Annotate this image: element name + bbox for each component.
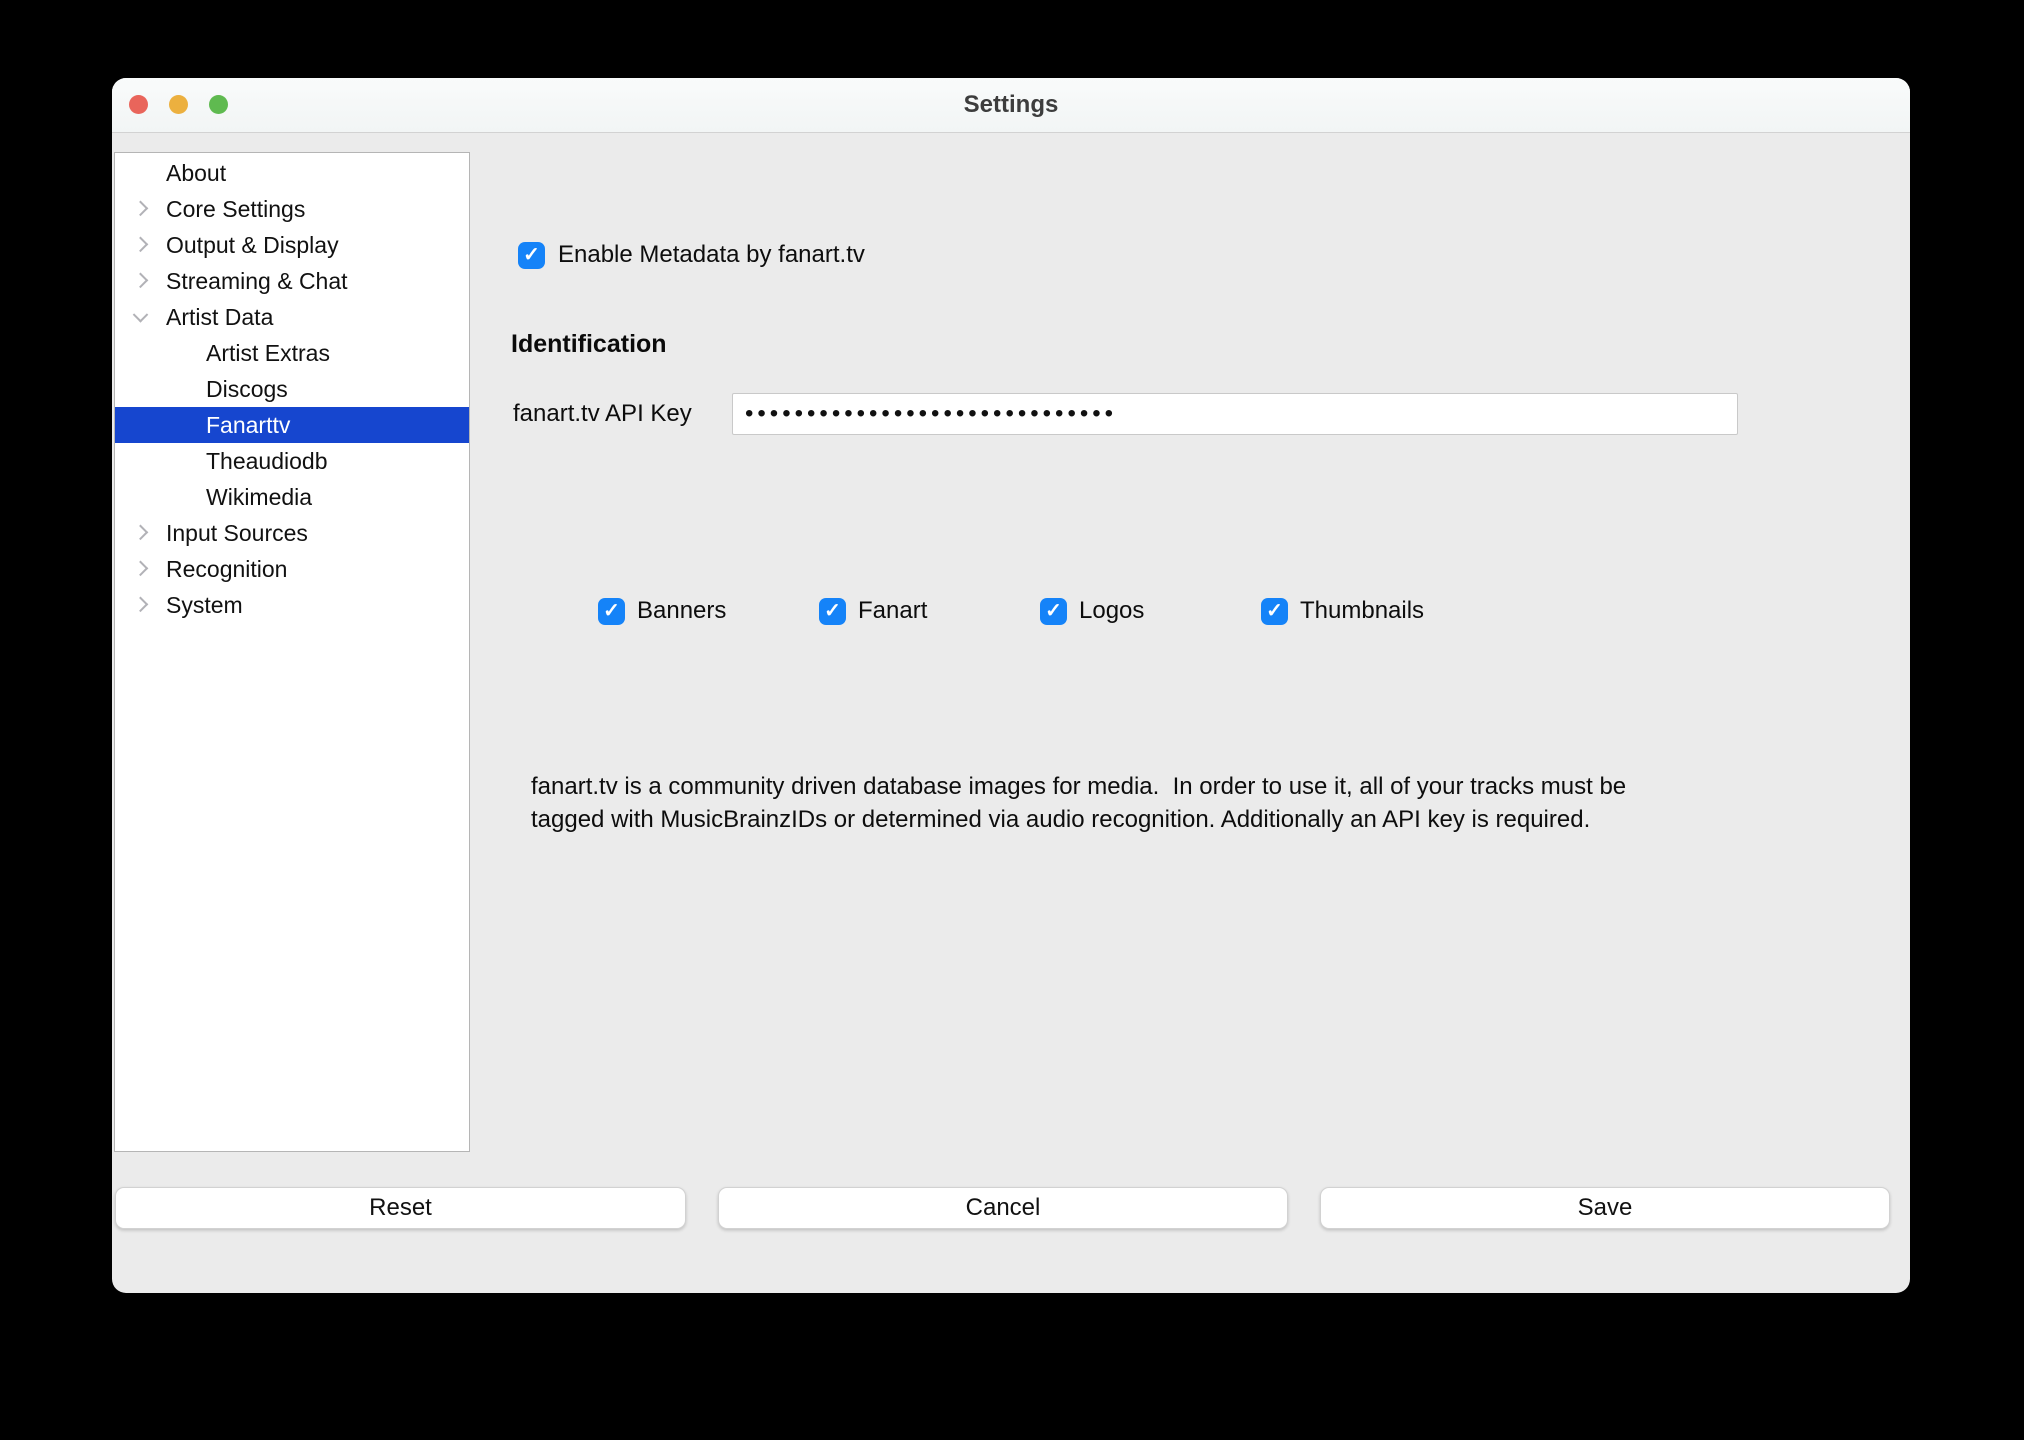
image-types-row: Banners Fanart Logos Thumbnails [598, 597, 1482, 625]
sidebar-item-label: Wikimedia [206, 484, 312, 511]
sidebar-item-about[interactable]: About [115, 155, 469, 191]
sidebar-item-label: Streaming & Chat [166, 268, 348, 295]
logos-label: Logos [1079, 597, 1144, 625]
sidebar-item-label: Recognition [166, 556, 287, 583]
thumbnails-label: Thumbnails [1300, 597, 1424, 625]
chevron-right-icon[interactable] [133, 237, 149, 253]
sidebar-item-label: Artist Data [166, 304, 273, 331]
banners-option: Banners [598, 597, 819, 625]
sidebar-item-input-sources[interactable]: Input Sources [115, 515, 469, 551]
chevron-right-icon[interactable] [133, 561, 149, 577]
reset-button[interactable]: Reset [115, 1187, 686, 1229]
sidebar-item-core-settings[interactable]: Core Settings [115, 191, 469, 227]
sidebar-item-label: About [166, 160, 226, 187]
sidebar-item-output-display[interactable]: Output & Display [115, 227, 469, 263]
sidebar-item-streaming-chat[interactable]: Streaming & Chat [115, 263, 469, 299]
sidebar-item-artist-extras[interactable]: Artist Extras [115, 335, 469, 371]
api-key-input[interactable] [732, 393, 1738, 435]
chevron-right-icon[interactable] [133, 525, 149, 541]
sidebar-item-label: Output & Display [166, 232, 339, 259]
identification-heading: Identification [511, 330, 667, 359]
fanart-option: Fanart [819, 597, 1040, 625]
sidebar-item-label: Discogs [206, 376, 288, 403]
chevron-right-icon[interactable] [133, 201, 149, 217]
cancel-button[interactable]: Cancel [718, 1187, 1288, 1229]
sidebar-item-wikimedia[interactable]: Wikimedia [115, 479, 469, 515]
chevron-right-icon[interactable] [133, 273, 149, 289]
titlebar: Settings [112, 78, 1910, 133]
chevron-right-icon[interactable] [133, 597, 149, 613]
enable-metadata-label: Enable Metadata by fanart.tv [558, 241, 865, 269]
sidebar-item-label: Fanarttv [206, 412, 290, 439]
logos-option: Logos [1040, 597, 1261, 625]
sidebar-item-label: System [166, 592, 243, 619]
thumbnails-checkbox[interactable] [1261, 598, 1288, 625]
logos-checkbox[interactable] [1040, 598, 1067, 625]
sidebar-item-fanarttv[interactable]: Fanarttv [115, 407, 469, 443]
sidebar-item-label: Core Settings [166, 196, 305, 223]
sidebar-item-label: Theaudiodb [206, 448, 328, 475]
sidebar-item-system[interactable]: System [115, 587, 469, 623]
fanarttv-description: fanart.tv is a community driven database… [531, 770, 1681, 836]
sidebar-item-discogs[interactable]: Discogs [115, 371, 469, 407]
sidebar-item-label: Artist Extras [206, 340, 330, 367]
window-title: Settings [112, 78, 1910, 132]
settings-tree: About Core Settings Output & Display Str… [114, 152, 470, 1152]
api-key-label: fanart.tv API Key [513, 393, 692, 435]
sidebar-item-recognition[interactable]: Recognition [115, 551, 469, 587]
save-button[interactable]: Save [1320, 1187, 1890, 1229]
fanart-label: Fanart [858, 597, 927, 625]
sidebar-item-label: Input Sources [166, 520, 308, 547]
enable-metadata-checkbox[interactable] [518, 242, 545, 269]
thumbnails-option: Thumbnails [1261, 597, 1482, 625]
sidebar-item-artist-data[interactable]: Artist Data [115, 299, 469, 335]
banners-checkbox[interactable] [598, 598, 625, 625]
settings-window: Settings About Core Settings Output & Di… [112, 78, 1910, 1293]
banners-label: Banners [637, 597, 726, 625]
fanart-checkbox[interactable] [819, 598, 846, 625]
sidebar-item-theaudiodb[interactable]: Theaudiodb [115, 443, 469, 479]
chevron-down-icon[interactable] [133, 307, 149, 323]
enable-metadata-row: Enable Metadata by fanart.tv [518, 241, 865, 269]
